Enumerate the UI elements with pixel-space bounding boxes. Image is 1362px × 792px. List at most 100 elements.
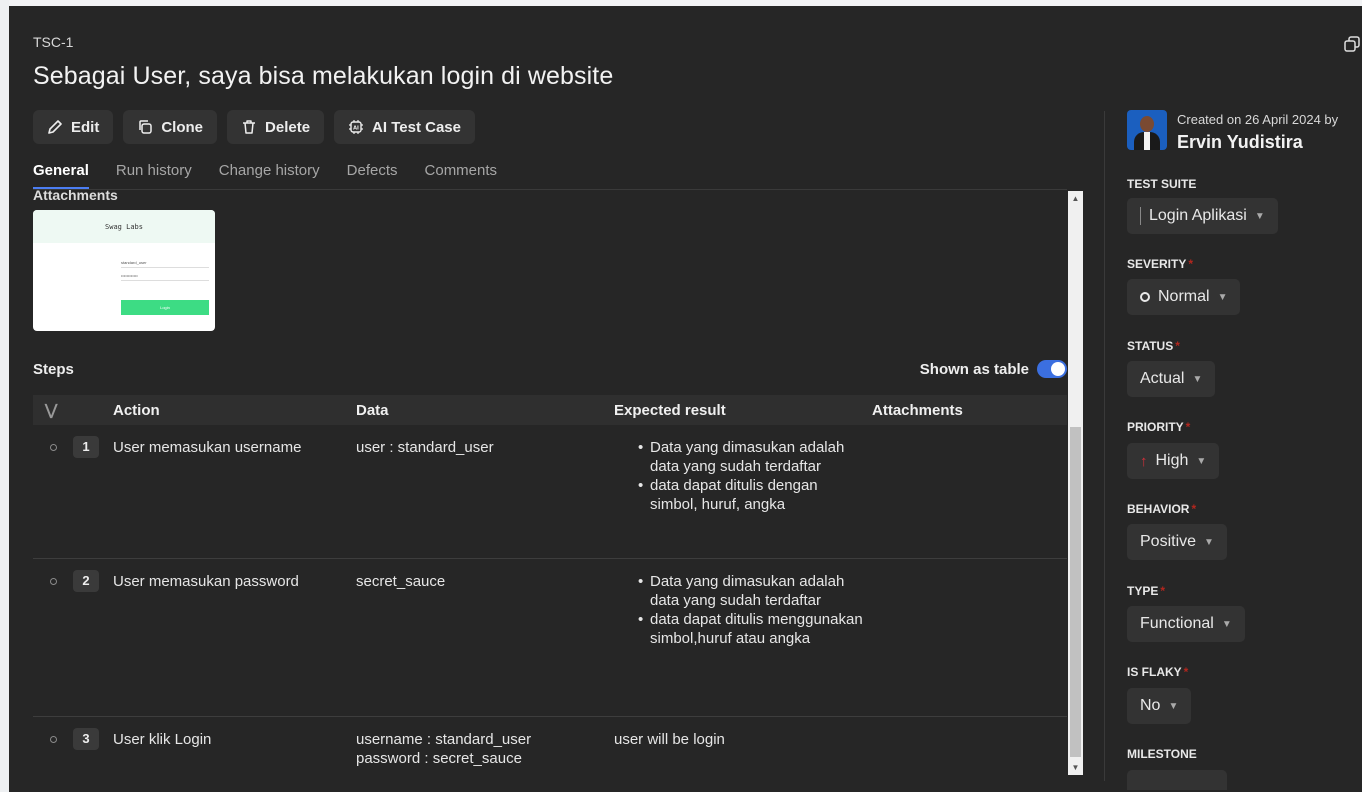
chevron-down-icon: ▼ (1254, 210, 1265, 222)
attachment-thumbnail[interactable]: Swag Labs standard_user •••••••••••• Log… (33, 210, 215, 331)
edit-button-label: Edit (71, 118, 100, 136)
toolbar: Edit Clone Delete AI AI Test Case (33, 110, 475, 144)
app-window: TSC-1 Sebagai User, saya bisa melakukan … (0, 0, 1362, 792)
thumbnail-header: Swag Labs (33, 210, 215, 243)
scroll-down-arrow-icon[interactable]: ▼ (1068, 760, 1083, 775)
steps-heading: Steps (33, 361, 74, 378)
tab-comments[interactable]: Comments (425, 162, 498, 189)
is-flaky-select[interactable]: No ▼ (1127, 688, 1192, 724)
step-select-circle-icon[interactable] (50, 444, 57, 451)
delete-button-label: Delete (265, 118, 311, 136)
expected-result-item: Data yang dimasukan adalah data yang sud… (638, 572, 864, 610)
step-select-circle-icon[interactable] (50, 578, 57, 585)
step-data: user : standard_user (356, 438, 606, 457)
ai-chip-icon: AI (349, 120, 364, 134)
test-suite-select[interactable]: Login Aplikasi ▼ (1127, 198, 1278, 234)
avatar-shirt (1144, 132, 1150, 150)
creator-name[interactable]: Ervin Yudistira (1177, 132, 1303, 153)
step-number: 2 (73, 570, 99, 592)
edit-button[interactable]: Edit (33, 110, 114, 144)
suite-bar-icon (1140, 207, 1141, 225)
page-title: Sebagai User, saya bisa melakukan login … (33, 62, 614, 90)
scrollbar-thumb[interactable] (1070, 427, 1081, 757)
table-row[interactable]: 3 User klik Login username : standard_us… (33, 717, 1067, 776)
toggle-knob (1051, 362, 1065, 376)
milestone-select[interactable] (1127, 770, 1227, 790)
priority-select[interactable]: ↑ High ▼ (1127, 443, 1220, 479)
step-expected-result: user will be login (614, 731, 725, 748)
arrow-up-icon: ↑ (1140, 452, 1148, 470)
tab-general[interactable]: General (33, 162, 89, 189)
table-row[interactable]: 1 User memasukan username user : standar… (33, 425, 1067, 559)
behavior-select[interactable]: Positive ▼ (1127, 524, 1227, 560)
column-header-expected-result: Expected result (614, 401, 726, 419)
pencil-icon (48, 120, 62, 134)
column-header-data: Data (356, 401, 389, 419)
normal-circle-icon (1140, 292, 1150, 302)
copy-icon (139, 120, 153, 134)
type-label: TYPE * (1127, 584, 1166, 598)
steps-table-header: ⋁ Action Data Expected result Attachment… (33, 395, 1067, 425)
attachments-heading: Attachments (33, 190, 118, 200)
status-select[interactable]: Actual ▼ (1127, 361, 1216, 397)
status-label: STATUS * (1127, 339, 1180, 353)
ai-test-case-button-label: AI Test Case (372, 118, 461, 136)
severity-select[interactable]: Normal ▼ (1127, 279, 1241, 315)
is-flaky-value: No (1140, 697, 1161, 714)
expected-result-item: Data yang dimasukan adalah data yang sud… (638, 438, 864, 476)
is-flaky-label: IS FLAKY * (1127, 665, 1189, 679)
scroll-up-arrow-icon[interactable]: ▲ (1068, 191, 1083, 206)
table-row[interactable]: 2 User memasukan password secret_sauce D… (33, 559, 1067, 717)
delete-button[interactable]: Delete (227, 110, 325, 144)
content-scrollbar[interactable]: ▲ ▼ (1068, 191, 1083, 775)
chevron-down-icon: ▼ (1196, 455, 1207, 467)
tab-defects[interactable]: Defects (347, 162, 398, 189)
step-data-line: username : standard_user (356, 731, 532, 748)
step-action: User klik Login (113, 731, 212, 748)
expected-result-item: data dapat ditulis dengan simbol, huruf,… (638, 476, 864, 514)
step-data: secret_sauce (356, 572, 606, 591)
step-action: User memasukan password (113, 573, 299, 590)
milestone-label: MILESTONE (1127, 747, 1197, 761)
chevron-down-icon: ▼ (1192, 373, 1203, 385)
created-info: Created on 26 April 2024 by (1177, 112, 1339, 127)
open-in-window-icon[interactable] (1344, 36, 1360, 52)
tab-change-history[interactable]: Change history (219, 162, 320, 189)
step-data-line: secret_sauce (356, 573, 446, 590)
shown-as-table-label: Shown as table (919, 360, 1029, 378)
step-data-line: user : standard_user (356, 439, 494, 456)
step-data: username : standard_user password : secr… (356, 730, 606, 768)
test-suite-label: TEST SUITE (1127, 177, 1197, 191)
shown-as-table-toggle[interactable]: Shown as table (920, 360, 1067, 378)
step-number: 3 (73, 728, 99, 750)
avatar (1127, 110, 1167, 150)
step-expected-result: Data yang dimasukan adalah data yang sud… (614, 438, 864, 514)
test-case-panel: TSC-1 Sebagai User, saya bisa melakukan … (9, 6, 1362, 792)
general-tab-content: Attachments Swag Labs standard_user ••••… (33, 190, 1067, 776)
toggle-switch[interactable] (1037, 360, 1067, 378)
priority-value: High (1155, 452, 1189, 469)
thumbnail-login-button: Login (121, 300, 209, 315)
column-header-action: Action (113, 401, 160, 419)
type-value: Functional (1140, 615, 1214, 632)
priority-label: PRIORITY * (1127, 420, 1191, 434)
thumbnail-password-field: •••••••••••• (121, 271, 209, 281)
ai-test-case-button[interactable]: AI AI Test Case (334, 110, 475, 144)
collapse-all-icon[interactable]: ⋁ (33, 401, 113, 419)
case-id: TSC-1 (33, 34, 74, 50)
step-data-line: password : secret_sauce (356, 750, 522, 767)
avatar-face (1140, 116, 1154, 132)
behavior-label: BEHAVIOR * (1127, 502, 1197, 516)
step-select-circle-icon[interactable] (50, 736, 57, 743)
step-number: 1 (73, 436, 99, 458)
status-value: Actual (1140, 370, 1185, 387)
clone-button[interactable]: Clone (123, 110, 218, 144)
chevron-down-icon: ▼ (1221, 618, 1232, 630)
type-select[interactable]: Functional ▼ (1127, 606, 1245, 642)
chevron-down-icon: ▼ (1168, 700, 1179, 712)
chevron-down-icon: ▼ (1217, 291, 1228, 303)
tab-run-history[interactable]: Run history (116, 162, 192, 189)
svg-text:AI: AI (353, 126, 359, 132)
chevron-down-icon: ▼ (1204, 536, 1214, 548)
column-header-attachments: Attachments (872, 401, 963, 419)
